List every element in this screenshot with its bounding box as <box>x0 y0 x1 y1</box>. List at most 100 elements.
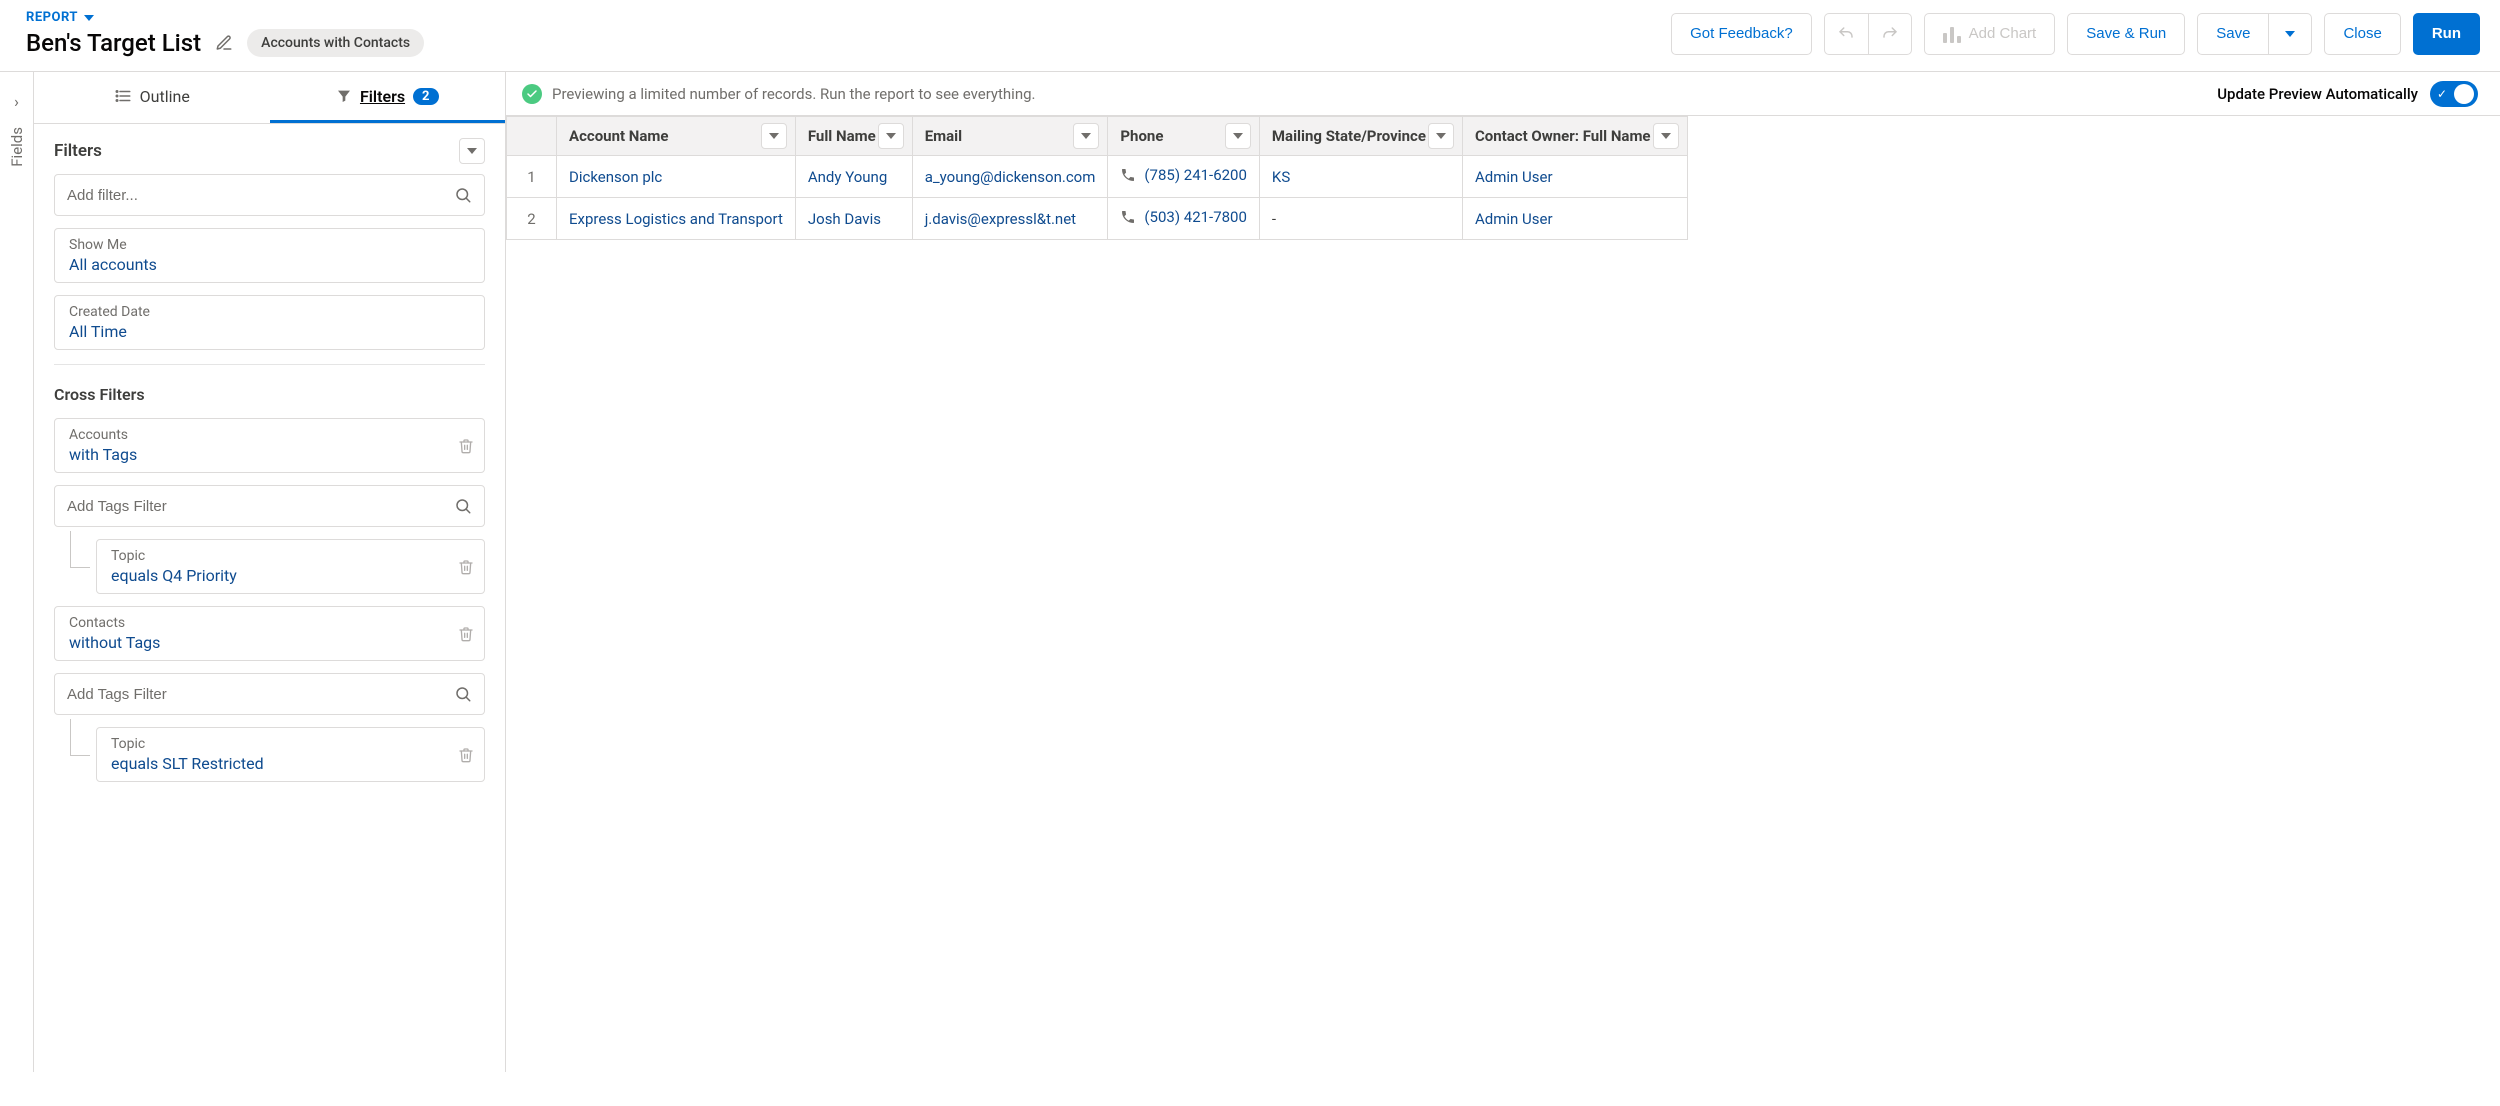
add-tags-filter-1[interactable] <box>54 485 485 527</box>
filter-icon <box>336 88 352 104</box>
col-rownum <box>507 117 557 156</box>
column-menu-button[interactable] <box>1653 123 1679 149</box>
fields-rail[interactable]: › Fields <box>0 72 34 1072</box>
cell-name[interactable]: Andy Young <box>795 156 912 198</box>
filter-value: equals SLT Restricted <box>111 754 470 773</box>
search-icon <box>454 685 472 703</box>
report-type-dropdown[interactable]: REPORT <box>26 10 94 25</box>
add-tags-filter-2[interactable] <box>54 673 485 715</box>
filter-label: Contacts <box>69 615 470 631</box>
cell-state: - <box>1259 198 1462 240</box>
chevron-down-icon <box>84 15 94 21</box>
column-menu-button[interactable] <box>1073 123 1099 149</box>
save-dropdown-button[interactable] <box>2268 13 2312 55</box>
trash-icon[interactable] <box>458 747 474 763</box>
cell-account[interactable]: Express Logistics and Transport <box>557 198 796 240</box>
column-menu-button[interactable] <box>761 123 787 149</box>
cell-phone[interactable]: (785) 241-6200 <box>1108 156 1260 198</box>
redo-button[interactable] <box>1868 13 1912 55</box>
tab-filters-label: Filters <box>360 87 405 106</box>
report-title: Ben's Target List <box>26 29 201 57</box>
undo-icon <box>1837 25 1855 43</box>
chevron-down-icon <box>1661 133 1671 139</box>
phone-icon <box>1120 167 1136 183</box>
table-row: 2 Express Logistics and Transport Josh D… <box>507 198 1688 240</box>
column-menu-button[interactable] <box>878 123 904 149</box>
filters-menu-button[interactable] <box>459 138 485 164</box>
report-subtype-pill: Accounts with Contacts <box>247 29 424 57</box>
chevron-down-icon <box>1081 133 1091 139</box>
col-contact-owner[interactable]: Contact Owner: Full Name <box>1462 117 1687 156</box>
phone-icon <box>1120 209 1136 225</box>
filter-value: equals Q4 Priority <box>111 566 470 585</box>
fields-rail-label: Fields <box>8 127 26 167</box>
tab-outline-label: Outline <box>140 87 190 106</box>
auto-preview-toggle[interactable]: ✓ <box>2430 81 2478 107</box>
col-email[interactable]: Email <box>912 117 1108 156</box>
preview-message: Previewing a limited number of records. … <box>552 85 1036 103</box>
filter-label: Topic <box>111 548 470 564</box>
cell-name[interactable]: Josh Davis <box>795 198 912 240</box>
trash-icon[interactable] <box>458 438 474 454</box>
filter-label: Show Me <box>69 237 470 253</box>
cross-filter-accounts[interactable]: Accounts with Tags <box>54 418 485 473</box>
chevron-down-icon <box>886 133 896 139</box>
filter-label: Accounts <box>69 427 470 443</box>
filter-value: with Tags <box>69 445 470 464</box>
auto-preview-label: Update Preview Automatically <box>2217 85 2418 103</box>
filter-show-me[interactable]: Show Me All accounts <box>54 228 485 283</box>
cell-owner[interactable]: Admin User <box>1462 156 1687 198</box>
filters-heading: Filters <box>54 141 102 161</box>
add-chart-label: Add Chart <box>1969 25 2037 42</box>
column-menu-button[interactable] <box>1225 123 1251 149</box>
chevron-down-icon <box>1436 133 1446 139</box>
filters-count-badge: 2 <box>413 88 438 105</box>
add-chart-button[interactable]: Add Chart <box>1924 13 2056 55</box>
check-circle-icon <box>522 84 542 104</box>
save-button[interactable]: Save <box>2197 13 2268 55</box>
filter-value: All accounts <box>69 255 470 274</box>
pencil-icon[interactable] <box>215 34 233 52</box>
filter-created-date[interactable]: Created Date All Time <box>54 295 485 350</box>
close-button[interactable]: Close <box>2324 13 2400 55</box>
cell-email[interactable]: j.davis@expressl&t.net <box>912 198 1108 240</box>
add-filter-input[interactable] <box>67 187 454 204</box>
undo-button[interactable] <box>1824 13 1868 55</box>
results-table: Account Name Full Name Email Phone <box>506 116 1688 240</box>
trash-icon[interactable] <box>458 626 474 642</box>
col-account-name[interactable]: Account Name <box>557 117 796 156</box>
table-row: 1 Dickenson plc Andy Young a_young@dicke… <box>507 156 1688 198</box>
filter-label: Created Date <box>69 304 470 320</box>
col-mailing-state[interactable]: Mailing State/Province <box>1259 117 1462 156</box>
tab-filters[interactable]: Filters 2 <box>270 72 506 123</box>
add-filter-search[interactable] <box>54 174 485 216</box>
column-menu-button[interactable] <box>1428 123 1454 149</box>
cell-phone[interactable]: (503) 421-7800 <box>1108 198 1260 240</box>
cell-email[interactable]: a_young@dickenson.com <box>912 156 1108 198</box>
col-phone[interactable]: Phone <box>1108 117 1260 156</box>
tab-outline[interactable]: Outline <box>34 72 270 123</box>
chevron-down-icon <box>2285 31 2295 37</box>
divider <box>54 364 485 365</box>
check-icon: ✓ <box>2437 87 2447 101</box>
filter-label: Topic <box>111 736 470 752</box>
search-icon <box>454 186 472 204</box>
cell-owner[interactable]: Admin User <box>1462 198 1687 240</box>
add-tags-filter-input[interactable] <box>67 686 454 703</box>
add-tags-filter-input[interactable] <box>67 498 454 515</box>
cell-account[interactable]: Dickenson plc <box>557 156 796 198</box>
outline-icon <box>114 87 132 105</box>
trash-icon[interactable] <box>458 559 474 575</box>
cross-filters-heading: Cross Filters <box>54 385 485 404</box>
cross-filter-contacts[interactable]: Contacts without Tags <box>54 606 485 661</box>
cross-filter-topic-slt[interactable]: Topic equals SLT Restricted <box>96 727 485 782</box>
row-number: 2 <box>507 198 557 240</box>
chevron-right-icon: › <box>14 92 19 111</box>
search-icon <box>454 497 472 515</box>
cross-filter-topic-q4[interactable]: Topic equals Q4 Priority <box>96 539 485 594</box>
save-and-run-button[interactable]: Save & Run <box>2067 13 2185 55</box>
redo-icon <box>1881 25 1899 43</box>
run-button[interactable]: Run <box>2413 13 2480 55</box>
got-feedback-button[interactable]: Got Feedback? <box>1671 13 1812 55</box>
col-full-name[interactable]: Full Name <box>795 117 912 156</box>
